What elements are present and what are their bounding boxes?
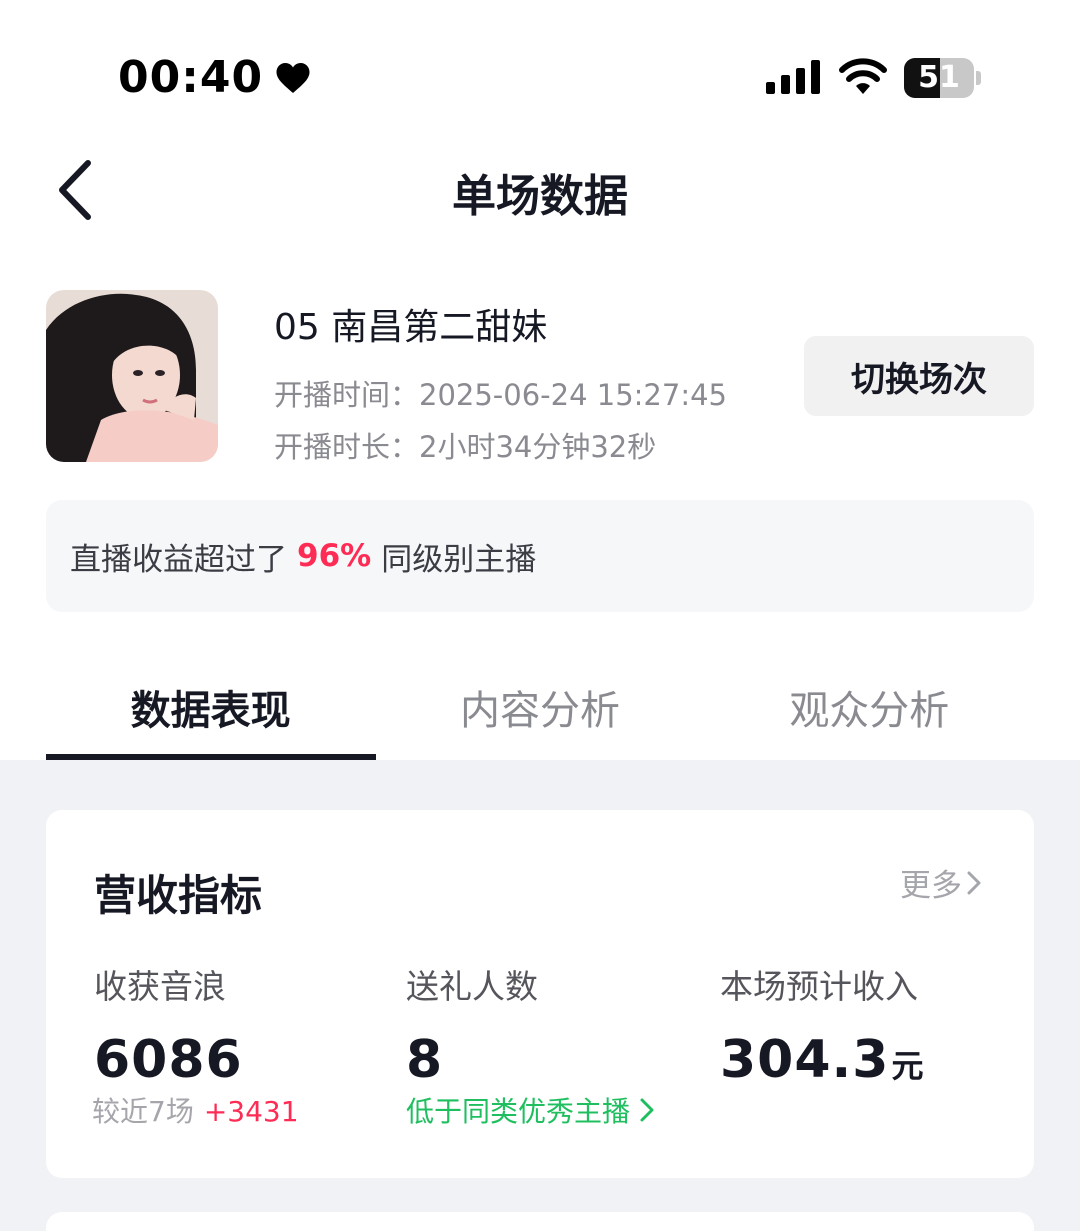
host-avatar[interactable]: [46, 290, 218, 462]
switch-session-button[interactable]: 切换场次: [804, 336, 1034, 416]
status-time: 00:40: [118, 52, 311, 103]
tab-data-performance[interactable]: 数据表现: [46, 660, 377, 760]
more-label: 更多: [900, 868, 962, 904]
live-duration: 开播时长：2小时34分钟32秒: [274, 430, 657, 464]
banner-prefix: 直播收益超过了: [70, 541, 287, 578]
host-name: 05 南昌第二甜妹: [274, 307, 548, 348]
card-title: 营收指标: [94, 871, 263, 920]
battery-tip: [976, 71, 981, 85]
metric-comparison: 较近7场 +3431: [92, 1090, 299, 1130]
battery-body: 51: [904, 58, 974, 98]
metric-label: 送礼人数: [406, 967, 538, 1006]
banner-suffix: 同级别主播: [381, 541, 537, 578]
page-title: 单场数据: [452, 171, 628, 222]
battery-percent: 51: [918, 60, 960, 95]
tab-audience-analysis[interactable]: 观众分析: [705, 660, 1034, 760]
battery-icon: 51: [904, 58, 981, 98]
benchmark-label: 低于同类优秀主播: [406, 1095, 631, 1128]
metric-value: 304.3元: [720, 1030, 925, 1090]
metric-value: 6086: [94, 1030, 243, 1090]
next-card: [46, 1212, 1034, 1231]
clock: 00:40: [118, 52, 264, 103]
comparison-label: 较近7场: [92, 1095, 194, 1128]
start-time: 开播时间：2025-06-24 15:27:45: [274, 378, 727, 412]
metric-value: 8: [406, 1030, 444, 1090]
benchmark-link[interactable]: 低于同类优秀主播: [406, 1090, 656, 1130]
status-bar: 00:40 51: [0, 0, 1080, 150]
chevron-right-icon: [640, 1098, 654, 1122]
chevron-right-icon: [967, 871, 981, 894]
cellular-signal-icon: [766, 60, 820, 94]
metric-label: 收获音浪: [94, 967, 226, 1006]
comparison-delta: +3431: [203, 1095, 299, 1128]
metric-sound-waves: 收获音浪 6086: [94, 960, 243, 1090]
more-link[interactable]: 更多: [900, 860, 982, 905]
tab-bar: 数据表现 内容分析 观众分析: [46, 660, 1034, 760]
metric-label: 本场预计收入: [720, 967, 918, 1006]
earnings-banner: 直播收益超过了 96% 同级别主播: [46, 500, 1034, 612]
metric-gift-senders: 送礼人数 8: [406, 960, 538, 1090]
income-amount: 304.3: [720, 1030, 890, 1090]
tab-content-analysis[interactable]: 内容分析: [375, 660, 704, 760]
revenue-card: 营收指标 更多 收获音浪 6086 较近7场 +3431 送礼人数 8 低于同类优…: [46, 810, 1034, 1178]
heart-icon: [276, 62, 310, 93]
income-unit: 元: [891, 1047, 925, 1085]
banner-percent: 96%: [297, 538, 372, 574]
wifi-icon: [839, 58, 887, 94]
metric-estimated-income: 本场预计收入 304.3元: [720, 960, 925, 1090]
